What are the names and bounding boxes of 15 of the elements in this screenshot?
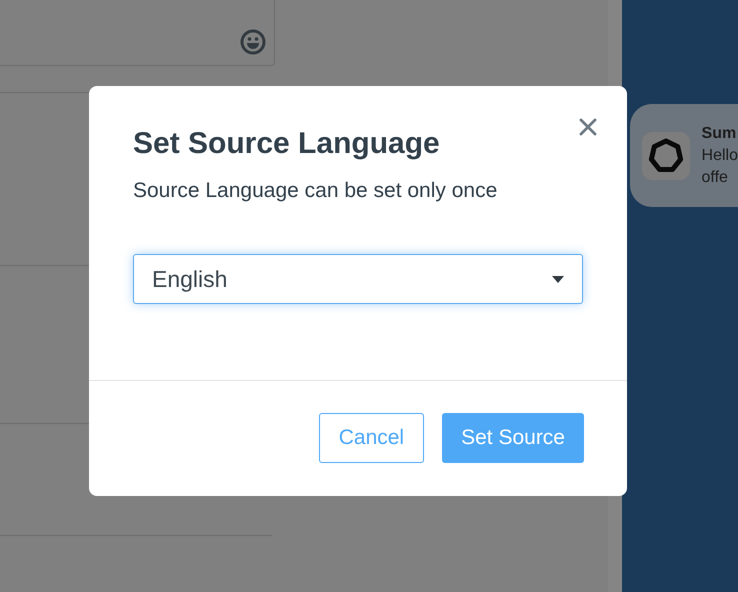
notification-text: Hello (702, 146, 738, 166)
app-logo-icon (642, 132, 690, 180)
close-button[interactable] (577, 116, 599, 138)
message-input-field[interactable] (0, 0, 275, 66)
caret-icon (552, 276, 564, 282)
set-source-button[interactable]: Set Source (442, 413, 584, 463)
dialog-subtitle: Source Language can be set only once (133, 178, 498, 204)
notification-card[interactable]: Sum Hello offe (630, 104, 738, 207)
cancel-button[interactable]: Cancel (318, 413, 424, 463)
notification-text: offe (702, 168, 729, 188)
dialog-title: Set Source Language (133, 126, 441, 162)
close-icon (579, 118, 597, 136)
language-select[interactable]: English (133, 254, 583, 304)
notification-title: Sum (702, 124, 738, 144)
smiley-icon[interactable] (240, 29, 266, 55)
